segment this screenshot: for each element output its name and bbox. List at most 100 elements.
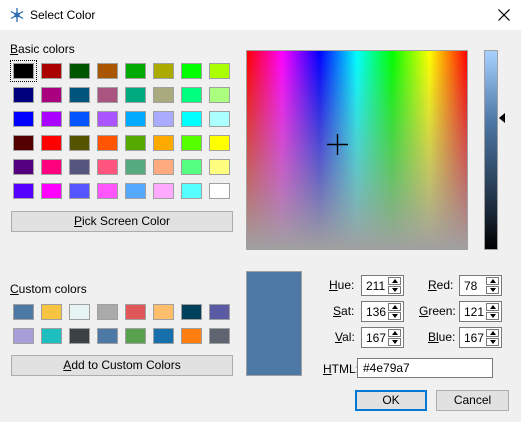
custom-colors-label: Custom colors	[10, 282, 87, 296]
color-swatch[interactable]	[97, 135, 118, 151]
value-slider[interactable]	[484, 50, 498, 250]
hue-spinbox[interactable]: 211	[361, 275, 404, 296]
color-swatch[interactable]	[153, 159, 174, 175]
color-swatch[interactable]	[13, 135, 34, 151]
color-swatch[interactable]	[41, 111, 62, 127]
color-swatch[interactable]	[153, 183, 174, 199]
color-swatch[interactable]	[209, 159, 230, 175]
close-icon	[498, 9, 510, 21]
html-hex-value: #4e79a7	[363, 361, 410, 375]
green-up-arrow[interactable]	[486, 303, 499, 311]
color-swatch[interactable]	[97, 87, 118, 103]
color-swatch[interactable]	[69, 328, 90, 344]
color-swatch[interactable]	[153, 63, 174, 79]
red-up-arrow[interactable]	[486, 277, 499, 285]
color-swatch[interactable]	[125, 135, 146, 151]
color-swatch[interactable]	[69, 111, 90, 127]
add-to-custom-colors-button[interactable]: Add to Custom Colors	[11, 355, 233, 376]
color-swatch[interactable]	[41, 135, 62, 151]
color-swatch[interactable]	[209, 135, 230, 151]
color-swatch[interactable]	[181, 111, 202, 127]
val-spinbox[interactable]: 167	[361, 327, 404, 348]
basic-colors-label: Basic colors	[10, 42, 75, 56]
color-swatch[interactable]	[125, 63, 146, 79]
color-swatch[interactable]	[181, 328, 202, 344]
color-swatch[interactable]	[41, 328, 62, 344]
color-swatch[interactable]	[125, 87, 146, 103]
color-swatch[interactable]	[125, 328, 146, 344]
color-swatch[interactable]	[13, 159, 34, 175]
color-swatch[interactable]	[41, 63, 62, 79]
color-swatch[interactable]	[13, 111, 34, 127]
color-swatch[interactable]	[69, 159, 90, 175]
color-swatch[interactable]	[125, 304, 146, 320]
color-swatch[interactable]	[209, 328, 230, 344]
color-swatch[interactable]	[41, 304, 62, 320]
blue-down-arrow[interactable]	[486, 338, 499, 346]
hue-down-arrow[interactable]	[388, 286, 401, 294]
color-swatch[interactable]	[97, 328, 118, 344]
color-swatch[interactable]	[69, 87, 90, 103]
color-swatch[interactable]	[13, 328, 34, 344]
val-down-arrow[interactable]	[388, 338, 401, 346]
color-swatch[interactable]	[97, 183, 118, 199]
color-swatch[interactable]	[13, 304, 34, 320]
color-swatch[interactable]	[153, 304, 174, 320]
val-up-arrow[interactable]	[388, 329, 401, 337]
color-swatch[interactable]	[209, 304, 230, 320]
color-swatch[interactable]	[209, 111, 230, 127]
color-swatch[interactable]	[13, 87, 34, 103]
color-swatch[interactable]	[181, 63, 202, 79]
color-swatch[interactable]	[97, 304, 118, 320]
red-label: Red:	[428, 278, 454, 292]
blue-spinbox[interactable]: 167	[459, 327, 502, 348]
color-swatch[interactable]	[125, 111, 146, 127]
color-swatch[interactable]	[181, 159, 202, 175]
color-swatch[interactable]	[97, 159, 118, 175]
color-swatch[interactable]	[153, 87, 174, 103]
red-down-arrow[interactable]	[486, 286, 499, 294]
color-swatch[interactable]	[41, 183, 62, 199]
color-swatch[interactable]	[153, 328, 174, 344]
sat-spinbox[interactable]: 136	[361, 301, 404, 322]
color-swatch[interactable]	[153, 111, 174, 127]
color-swatch[interactable]	[69, 304, 90, 320]
sat-down-arrow[interactable]	[388, 312, 401, 320]
color-swatch[interactable]	[153, 135, 174, 151]
hue-up-arrow[interactable]	[388, 277, 401, 285]
color-swatch[interactable]	[125, 183, 146, 199]
color-swatch[interactable]	[69, 63, 90, 79]
value-slider-handle[interactable]	[499, 113, 505, 123]
color-swatch[interactable]	[13, 183, 34, 199]
color-swatch[interactable]	[69, 135, 90, 151]
hue-label: Hue:	[329, 278, 355, 292]
green-spinbox[interactable]: 121	[459, 301, 502, 322]
blue-up-arrow[interactable]	[486, 329, 499, 337]
hue-value: 211	[366, 279, 386, 293]
color-swatch[interactable]	[181, 87, 202, 103]
color-swatch[interactable]	[181, 135, 202, 151]
sat-value: 136	[366, 305, 387, 319]
color-swatch[interactable]	[209, 63, 230, 79]
color-swatch[interactable]	[97, 63, 118, 79]
color-swatch[interactable]	[41, 159, 62, 175]
color-swatch[interactable]	[209, 183, 230, 199]
color-swatch[interactable]	[97, 111, 118, 127]
red-spinbox[interactable]: 78	[459, 275, 502, 296]
color-swatch[interactable]	[209, 87, 230, 103]
pick-screen-color-button[interactable]: Pick Screen Color	[11, 211, 233, 232]
color-swatch[interactable]	[181, 183, 202, 199]
green-down-arrow[interactable]	[486, 312, 499, 320]
color-swatch[interactable]	[69, 183, 90, 199]
crosshair-cursor	[327, 134, 348, 155]
color-swatch[interactable]	[125, 159, 146, 175]
color-swatch[interactable]	[181, 304, 202, 320]
ok-button[interactable]: OK	[355, 390, 427, 411]
close-button[interactable]	[487, 0, 521, 30]
cancel-button[interactable]: Cancel	[436, 390, 509, 411]
color-swatch[interactable]	[10, 60, 37, 82]
sat-up-arrow[interactable]	[388, 303, 401, 311]
hue-saturation-picker[interactable]	[246, 50, 468, 250]
html-hex-input[interactable]: #4e79a7	[357, 358, 493, 378]
color-swatch[interactable]	[41, 87, 62, 103]
